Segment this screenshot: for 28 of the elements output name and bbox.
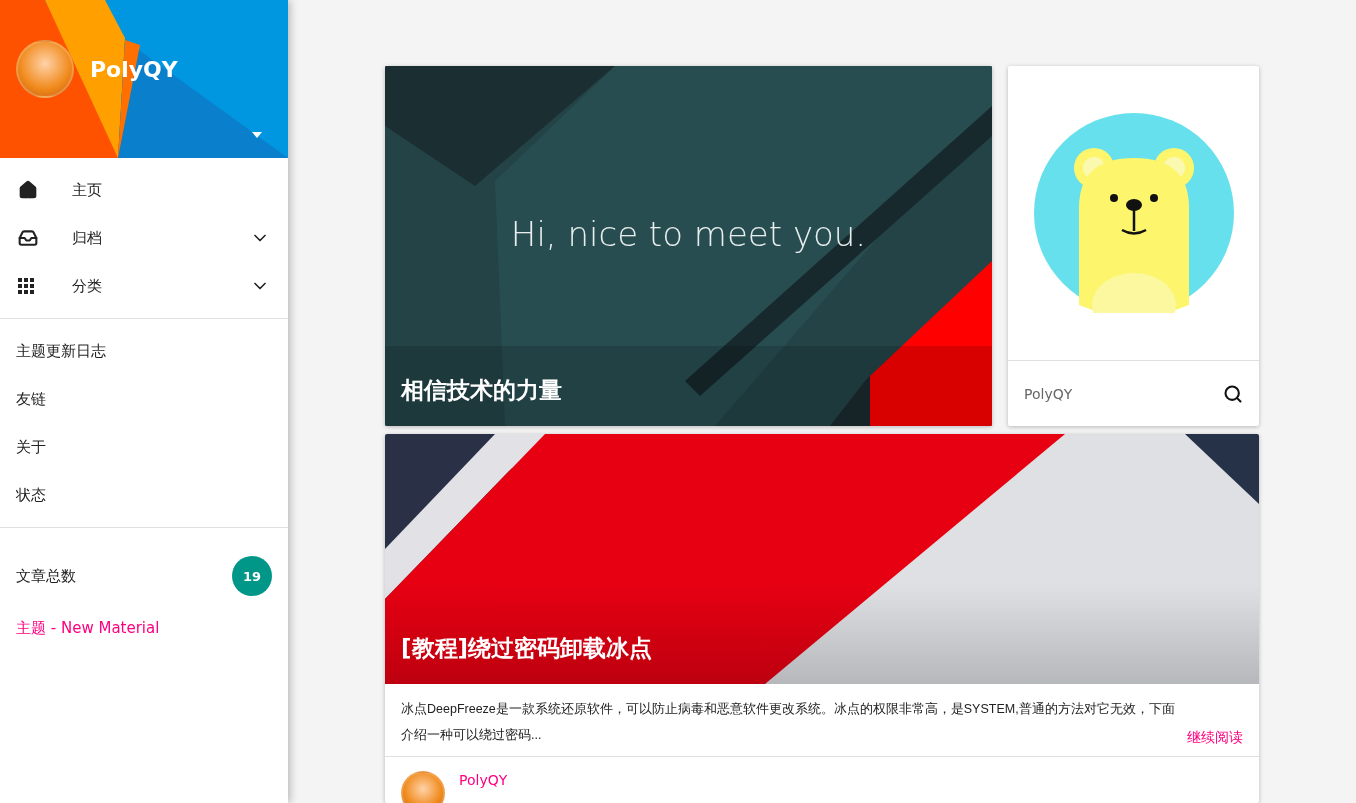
post-cover[interactable]: [教程]绕过密码卸载冰点	[385, 434, 1259, 684]
post-count-badge: 19	[232, 556, 272, 596]
nav-item[interactable]: 分类	[0, 262, 288, 310]
author-link[interactable]: PolyQY	[459, 771, 508, 789]
hero-card[interactable]: Hi, nice to meet you. 相信技术的力量	[385, 66, 992, 426]
blog-name: PolyQY	[1024, 385, 1073, 402]
page-link[interactable]: 状态	[0, 471, 288, 519]
hero-tagline: Hi, nice to meet you.	[509, 214, 868, 254]
nav-label: 主页	[72, 180, 103, 200]
dropdown-caret-icon[interactable]	[252, 132, 262, 138]
user-name: PolyQY	[90, 56, 178, 82]
read-more-link[interactable]: 继续阅读	[1187, 726, 1243, 748]
card-title: 相信技术的力量	[401, 376, 562, 405]
search-button[interactable]	[1223, 383, 1243, 404]
page-link[interactable]: 友链	[0, 375, 288, 423]
post-excerpt: 冰点DeepFreeze是一款系统还原软件，可以防止病毒和恶意软件更改系统。冰点的权限非常高，是SYSTEM,普通的方法对它无效，下面介绍一种可以绕过密码...	[401, 701, 1176, 744]
nav-item[interactable]: 归档	[0, 214, 288, 262]
inbox-icon	[18, 228, 38, 248]
page-link[interactable]: 主题更新日志	[0, 327, 288, 375]
nav-label: 归档	[72, 228, 103, 248]
card-title: [教程]绕过密码卸载冰点	[401, 634, 653, 663]
grid-icon	[18, 278, 34, 294]
page-link[interactable]: 关于	[0, 423, 288, 471]
nav-label: 分类	[72, 276, 103, 296]
stat-label: 文章总数	[16, 566, 76, 586]
home-icon	[18, 180, 38, 200]
nav-item[interactable]: 主页	[0, 166, 288, 214]
theme-link[interactable]: 主题 - New Material	[0, 612, 288, 644]
